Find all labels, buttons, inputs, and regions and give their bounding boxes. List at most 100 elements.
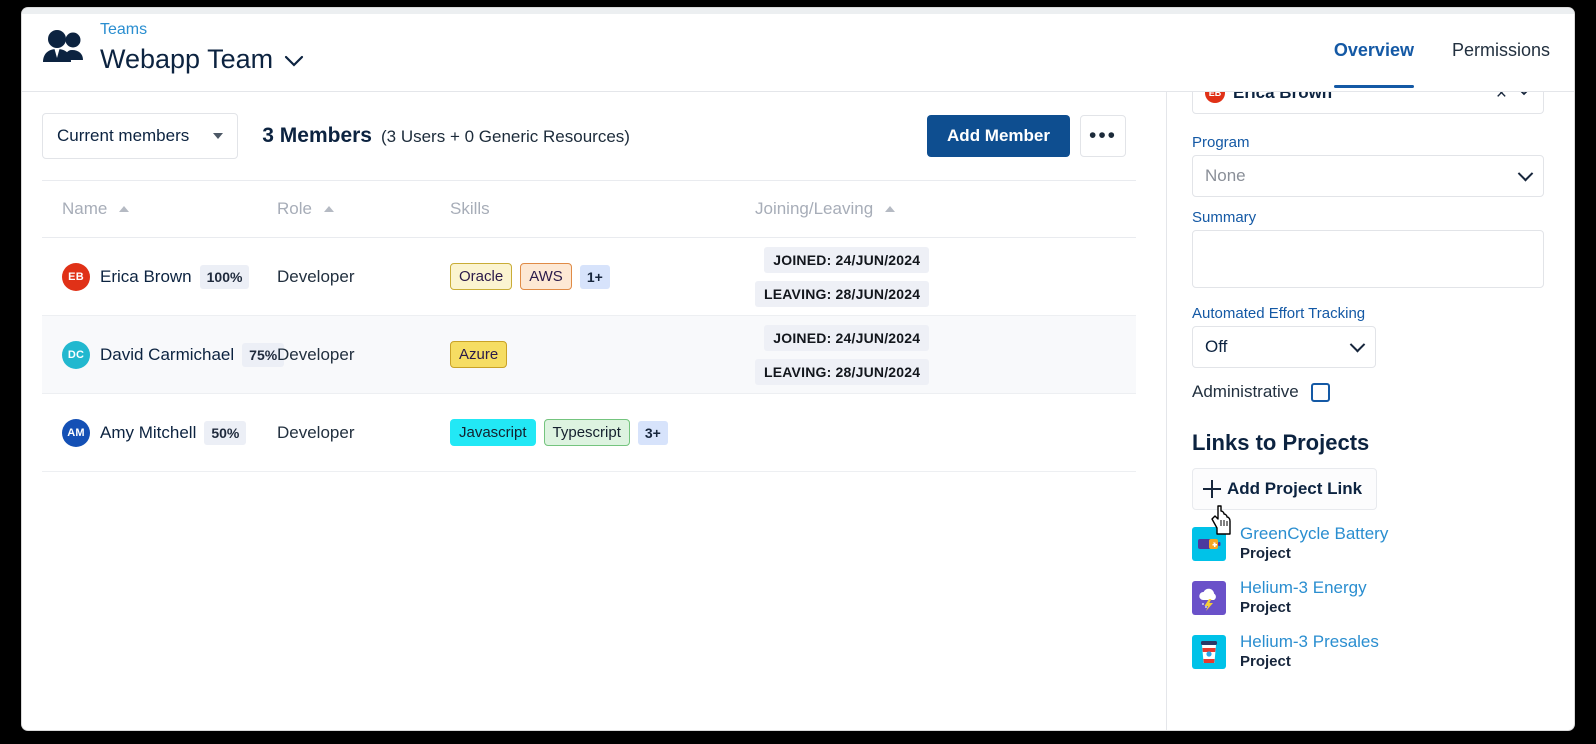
details-panel: EB Erica Brown × Program None Summary Au… <box>1174 92 1566 730</box>
links-to-projects-title: Links to Projects <box>1192 430 1544 456</box>
members-filter-dropdown[interactable]: Current members <box>42 113 238 159</box>
administrative-label: Administrative <box>1192 382 1299 402</box>
role-text: Developer <box>277 267 355 287</box>
allocation-badge: 50% <box>204 421 246 445</box>
table-row[interactable]: EB Erica Brown 100% Developer Oracle AWS 1… <box>42 238 1136 316</box>
avatar: EB <box>1205 92 1225 103</box>
more-options-button[interactable]: ••• <box>1080 115 1126 157</box>
skill-chip[interactable]: Javascript <box>450 419 536 446</box>
summary-field: Summary <box>1192 209 1544 293</box>
add-project-link-button[interactable]: Add Project Link <box>1192 468 1377 510</box>
header-tabs: Overview Permissions <box>1334 40 1550 90</box>
summary-input[interactable] <box>1192 230 1544 288</box>
effort-tracking-value: Off <box>1205 337 1352 357</box>
coffee-cup-icon <box>1192 635 1226 669</box>
member-select-field[interactable]: EB Erica Brown × <box>1192 92 1544 114</box>
member-dates-cell: JOINED: 24/JUN/2024 LEAVING: 28/JUN/2024 <box>755 325 1015 385</box>
project-links-list: GreenCycle Battery Project Helium-3 Ener… <box>1192 523 1544 672</box>
column-header-joining-leaving[interactable]: Joining/Leaving <box>755 199 1015 219</box>
administrative-field: Administrative <box>1192 382 1544 402</box>
member-name: David Carmichael <box>100 345 234 365</box>
effort-tracking-select[interactable]: Off <box>1192 326 1376 368</box>
column-header-role[interactable]: Role <box>277 199 450 219</box>
skill-chip[interactable]: Typescript <box>544 419 630 446</box>
plus-icon <box>1203 480 1221 498</box>
joined-badge: JOINED: 24/JUN/2024 <box>764 325 929 351</box>
member-skills-cell: Azure <box>450 341 755 368</box>
skill-overflow-badge[interactable]: 3+ <box>638 421 668 445</box>
table-row[interactable]: AM Amy Mitchell 50% Developer Javascript… <box>42 394 1136 472</box>
project-name[interactable]: Helium-3 Energy <box>1240 578 1367 597</box>
avatar: EB <box>62 263 90 291</box>
table-body: EB Erica Brown 100% Developer Oracle AWS 1… <box>42 238 1136 472</box>
team-identity: Teams Webapp Team <box>42 20 305 78</box>
avatar: AM <box>62 419 90 447</box>
team-name-text: Webapp Team <box>100 40 273 78</box>
project-type: Project <box>1240 599 1291 616</box>
member-name-cell[interactable]: AM Amy Mitchell 50% <box>42 419 277 447</box>
column-label: Role <box>277 199 312 219</box>
column-header-name[interactable]: Name <box>42 199 277 219</box>
sort-ascending-icon[interactable] <box>885 206 895 212</box>
breadcrumb[interactable]: Teams <box>100 20 305 40</box>
chevron-down-icon[interactable] <box>1515 92 1533 102</box>
program-label: Program <box>1192 134 1544 151</box>
chevron-down-icon <box>213 133 223 139</box>
member-name-cell[interactable]: DC David Carmichael 75% <box>42 341 277 369</box>
project-name[interactable]: Helium-3 Presales <box>1240 632 1379 651</box>
tab-permissions[interactable]: Permissions <box>1452 40 1550 87</box>
program-select[interactable]: None <box>1192 155 1544 197</box>
project-type: Project <box>1240 653 1291 670</box>
skill-chip[interactable]: Azure <box>450 341 507 368</box>
column-label: Skills <box>450 199 490 219</box>
project-type: Project <box>1240 545 1291 562</box>
members-filter-label: Current members <box>57 126 189 146</box>
member-role-cell: Developer <box>277 267 450 287</box>
table-row[interactable]: DC David Carmichael 75% Developer Azure … <box>42 316 1136 394</box>
member-count-value: 3 Members <box>262 124 372 148</box>
chevron-down-icon <box>1350 336 1366 352</box>
project-link-item[interactable]: Helium-3 Presales Project <box>1192 631 1544 672</box>
sort-ascending-icon[interactable] <box>119 206 129 212</box>
panel-divider <box>1166 92 1167 730</box>
members-main-area: Current members 3 Members (3 Users + 0 G… <box>22 92 1146 730</box>
add-member-button[interactable]: Add Member <box>927 115 1070 157</box>
joining-leaving-cell: JOINED: 24/JUN/2024 LEAVING: 28/JUN/2024 <box>755 247 929 307</box>
page-title[interactable]: Webapp Team <box>100 40 305 78</box>
project-link-item[interactable]: Helium-3 Energy Project <box>1192 577 1544 618</box>
effort-tracking-field: Automated Effort Tracking Off <box>1192 305 1544 368</box>
joining-leaving-cell: JOINED: 24/JUN/2024 LEAVING: 28/JUN/2024 <box>755 325 929 385</box>
effort-tracking-label: Automated Effort Tracking <box>1192 305 1544 322</box>
leaving-badge: LEAVING: 28/JUN/2024 <box>755 359 929 385</box>
column-header-skills[interactable]: Skills <box>450 199 755 219</box>
sort-ascending-icon[interactable] <box>324 206 334 212</box>
close-icon[interactable]: × <box>1496 92 1507 103</box>
column-label: Name <box>62 199 107 219</box>
members-toolbar: Current members 3 Members (3 Users + 0 G… <box>42 112 1126 160</box>
member-name-cell[interactable]: EB Erica Brown 100% <box>42 263 277 291</box>
thunderstorm-icon <box>1192 581 1226 615</box>
member-skills-cell: Javascript Typescript 3+ <box>450 419 755 446</box>
app-window: Teams Webapp Team Overview Permissions C… <box>22 8 1574 730</box>
allocation-badge: 100% <box>200 265 250 289</box>
program-field: Program None <box>1192 134 1544 197</box>
member-count: 3 Members (3 Users + 0 Generic Resources… <box>262 124 630 148</box>
tab-overview[interactable]: Overview <box>1334 40 1414 90</box>
members-table: Name Role Skills Joining/Leaving EB Eric… <box>42 180 1136 472</box>
avatar: DC <box>62 341 90 369</box>
skill-chip[interactable]: AWS <box>520 263 572 290</box>
member-name: Amy Mitchell <box>100 423 196 443</box>
toolbar-actions: Add Member ••• <box>927 115 1126 157</box>
member-role-cell: Developer <box>277 345 450 365</box>
skill-chip[interactable]: Oracle <box>450 263 512 290</box>
administrative-checkbox[interactable] <box>1311 383 1330 402</box>
battery-icon <box>1192 527 1226 561</box>
chevron-down-icon[interactable] <box>283 40 305 78</box>
member-dates-cell: JOINED: 24/JUN/2024 LEAVING: 28/JUN/2024 <box>755 247 1015 307</box>
page-header: Teams Webapp Team Overview Permissions <box>22 14 1574 92</box>
project-name[interactable]: GreenCycle Battery <box>1240 524 1388 543</box>
leaving-badge: LEAVING: 28/JUN/2024 <box>755 281 929 307</box>
selected-member-name: Erica Brown <box>1233 92 1488 103</box>
project-link-item[interactable]: GreenCycle Battery Project <box>1192 523 1544 564</box>
skill-overflow-badge[interactable]: 1+ <box>580 265 610 289</box>
